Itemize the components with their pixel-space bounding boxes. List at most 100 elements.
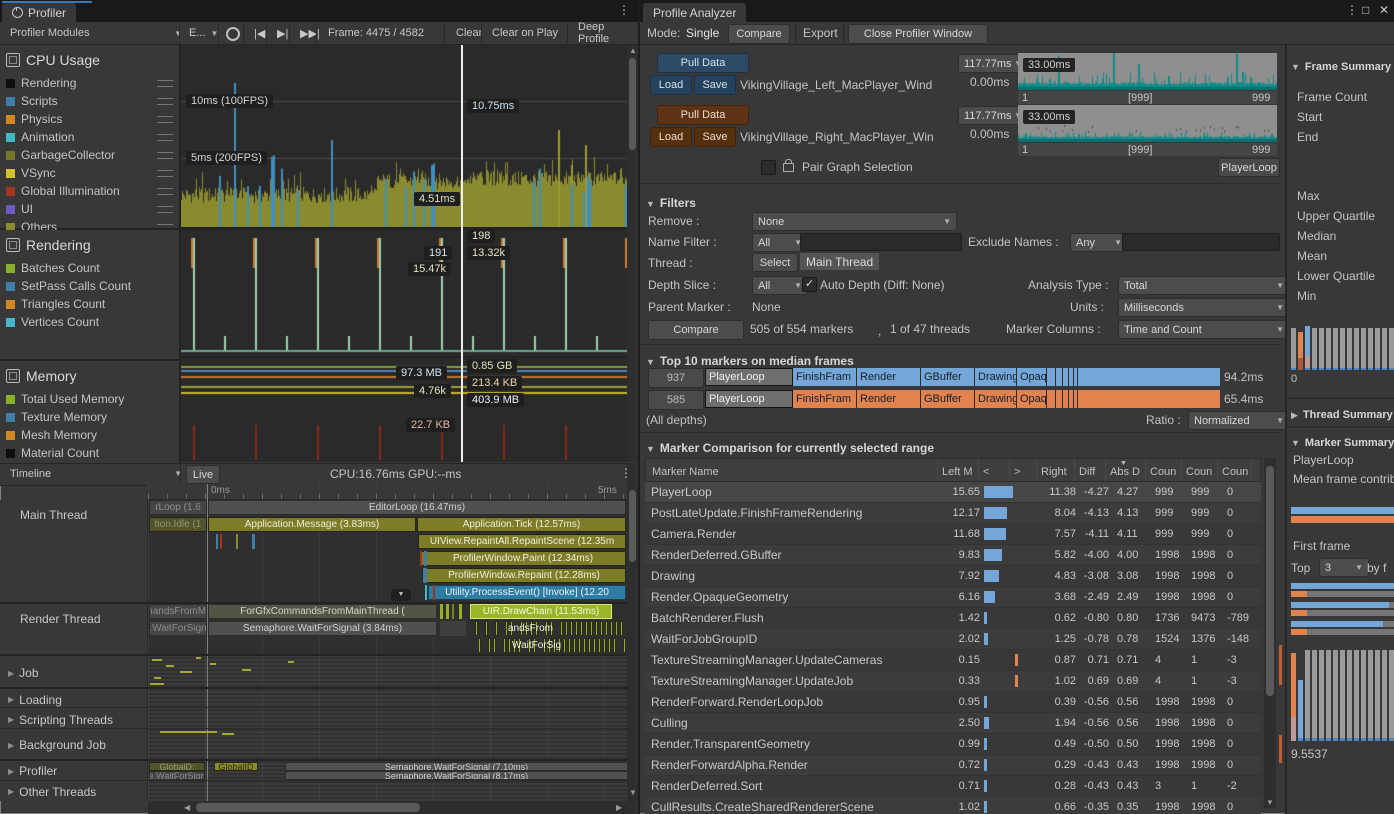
top10-segment[interactable]: GBuffer <box>921 368 975 386</box>
drag-handle-icon[interactable] <box>157 188 173 195</box>
disclosure-triangle-icon[interactable]: ▶ <box>8 669 14 678</box>
legend-item[interactable]: UI <box>0 200 179 218</box>
thread-row-other-threads[interactable]: ▶Other Threads <box>0 782 148 801</box>
drag-handle-icon[interactable] <box>157 134 173 141</box>
export-button[interactable]: Export <box>803 26 838 40</box>
drag-handle-icon[interactable] <box>157 206 173 213</box>
tab-profiler[interactable]: Profiler <box>2 3 76 22</box>
top10-segment[interactable] <box>1074 390 1078 408</box>
table-row[interactable]: TextureStreamingManager.UpdateJob0.331.0… <box>645 671 1261 692</box>
top10-frame-number[interactable]: 937 <box>648 368 704 388</box>
disclosure-triangle-icon[interactable]: ▶ <box>8 741 14 750</box>
column-header[interactable]: Coun <box>1218 459 1252 481</box>
legend-item[interactable]: Batches Count <box>0 259 179 277</box>
module-header[interactable]: CPU Usage <box>0 45 179 74</box>
load-left-button[interactable]: Load <box>650 75 692 95</box>
table-row[interactable]: RenderForward.RenderLoopJob0.950.39-0.56… <box>645 692 1261 713</box>
exclude-mode-dropdown[interactable]: Any▼ <box>1070 233 1128 252</box>
profiler-menu-icon[interactable]: ⋮ <box>618 3 630 17</box>
drag-handle-icon[interactable] <box>157 80 173 87</box>
marker-summary-collapse-icon[interactable]: ▼ <box>1291 438 1300 448</box>
top10-segment[interactable]: Drawing <box>975 390 1017 408</box>
remove-dropdown[interactable]: None▼ <box>752 212 957 231</box>
timeline-span-partial[interactable]: andsFrom <box>508 623 553 634</box>
h-scroll-right-icon[interactable]: ▶ <box>616 803 622 812</box>
analyzer-menu-icon[interactable]: ⋮ <box>1346 3 1358 17</box>
table-row[interactable]: PlayerLoop15.6511.38-4.274.279999990 <box>645 482 1261 503</box>
legend-item[interactable]: Total Used Memory <box>0 390 179 408</box>
drag-handle-icon[interactable] <box>157 170 173 177</box>
record-button[interactable] <box>226 27 240 41</box>
column-header[interactable]: Abs D▼ <box>1106 459 1146 481</box>
mode-compare-button[interactable]: Compare <box>728 24 790 44</box>
top-frames-bars[interactable] <box>1291 583 1394 640</box>
timeline-span[interactable]: Utility.ProcessEvent() [Invoke] (12.20 <box>428 585 626 600</box>
legend-item[interactable]: Vertices Count <box>0 313 179 331</box>
timeline-span[interactable]: Application.Message (3.83ms) <box>208 517 416 532</box>
timeline-span[interactable]: Application.Tick (12.57ms) <box>417 517 626 532</box>
legend-item[interactable]: Rendering <box>0 74 179 92</box>
top10-row[interactable]: 937PlayerLoopFinishFramRenderGBufferDraw… <box>640 368 1280 386</box>
table-row[interactable]: RenderForwardAlpha.Render0.720.29-0.430.… <box>645 755 1261 776</box>
legend-item[interactable]: Material Count <box>0 444 179 462</box>
disclosure-triangle-icon[interactable]: ▶ <box>8 767 14 776</box>
timeline-span[interactable]: Semaphore.WaitForSignal (7.10ms) <box>285 762 628 771</box>
thread-select-button[interactable]: Select <box>752 253 798 272</box>
top10-segment[interactable]: Render <box>857 390 921 408</box>
editor-target-dropdown[interactable]: E...▼ <box>181 22 226 44</box>
clear-on-play-button[interactable]: Clear on Play <box>484 22 566 44</box>
timeline-span[interactable]: mandsFromMa <box>149 604 207 619</box>
exclude-names-input[interactable] <box>1122 233 1280 251</box>
top10-segment[interactable] <box>1047 390 1056 408</box>
top10-segment[interactable]: Opaque <box>1017 390 1047 408</box>
legend-item[interactable]: Triangles Count <box>0 295 179 313</box>
ratio-dropdown[interactable]: Normalized▼ <box>1188 411 1290 430</box>
pair-graph-checkbox[interactable] <box>761 160 776 175</box>
timeline-v-scrollbar[interactable] <box>629 490 636 562</box>
top10-segment[interactable] <box>1074 368 1078 386</box>
top10-segment[interactable]: FinishFram <box>793 368 857 386</box>
cpu-usage-chart[interactable] <box>181 45 627 227</box>
table-row[interactable]: BatchRenderer.Flush1.420.62-0.800.801736… <box>645 608 1261 629</box>
name-filter-input[interactable] <box>800 233 962 251</box>
legend-item[interactable]: SetPass Calls Count <box>0 277 179 295</box>
legend-item[interactable]: Global Illumination <box>0 182 179 200</box>
thread-row-render-thread[interactable]: Render Thread <box>0 604 148 656</box>
marker-histogram[interactable] <box>1291 645 1394 741</box>
table-row[interactable]: CullResults.CreateSharedRendererScene1.0… <box>645 797 1261 814</box>
timeline-span-selected[interactable]: UIR.DrawChain (11.53ms) <box>470 604 612 619</box>
table-row[interactable]: Drawing7.924.83-3.083.08199819980 <box>645 566 1261 587</box>
disclosure-triangle-icon[interactable]: ▶ <box>8 695 14 704</box>
timeline-span[interactable]: e.WaitForSign <box>149 771 205 780</box>
mode-single-button[interactable]: Single <box>686 26 719 40</box>
top10-segment[interactable] <box>1056 390 1063 408</box>
column-header[interactable]: Left M <box>938 459 979 481</box>
profiler-modules-dropdown[interactable]: Profiler Modules▼ <box>2 22 190 44</box>
timeline-span[interactable]: GlobalD: <box>149 762 205 771</box>
column-header[interactable]: > <box>1010 459 1037 481</box>
column-header[interactable]: Right <box>1037 459 1075 481</box>
timeline-span[interactable]: e.WaitForSigna <box>149 621 207 636</box>
thread-row-profiler[interactable]: ▶Profiler <box>0 761 148 781</box>
pull-data-right-button[interactable]: Pull Data <box>657 105 749 125</box>
timeline-span[interactable]: ProfilerWindow.Paint (12.34ms) <box>420 551 626 566</box>
timeline-span[interactable]: Semaphore.WaitForSignal (8.17ms) <box>285 771 628 780</box>
chart-scroll-up-icon[interactable]: ▲ <box>629 46 637 55</box>
top10-segment[interactable]: Drawing <box>975 368 1017 386</box>
chart-scrollbar[interactable] <box>629 58 636 150</box>
pull-data-left-button[interactable]: Pull Data <box>657 53 749 73</box>
table-row[interactable]: Render.TransparentGeometry0.990.49-0.500… <box>645 734 1261 755</box>
analysis-type-dropdown[interactable]: Total▼ <box>1118 276 1290 295</box>
top10-segment[interactable] <box>1056 368 1063 386</box>
column-header[interactable]: Diff <box>1075 459 1106 481</box>
table-row[interactable]: Culling2.501.94-0.560.56199819980 <box>645 713 1261 734</box>
selected-marker-chip[interactable]: PlayerLoop <box>1218 158 1280 177</box>
save-left-button[interactable]: Save <box>694 75 736 95</box>
timeline-span[interactable]: ForGfxCommandsFromMainThread ( <box>208 604 437 619</box>
rendering-chart[interactable] <box>181 230 627 356</box>
legend-item[interactable]: VSync <box>0 164 179 182</box>
timeline-scroll-down-icon[interactable]: ▼ <box>629 788 637 797</box>
close-profiler-window-button[interactable]: Close Profiler Window <box>848 24 988 44</box>
table-row[interactable]: RenderDeferred.GBuffer9.835.82-4.004.001… <box>645 545 1261 566</box>
column-header[interactable]: Coun <box>1146 459 1182 481</box>
